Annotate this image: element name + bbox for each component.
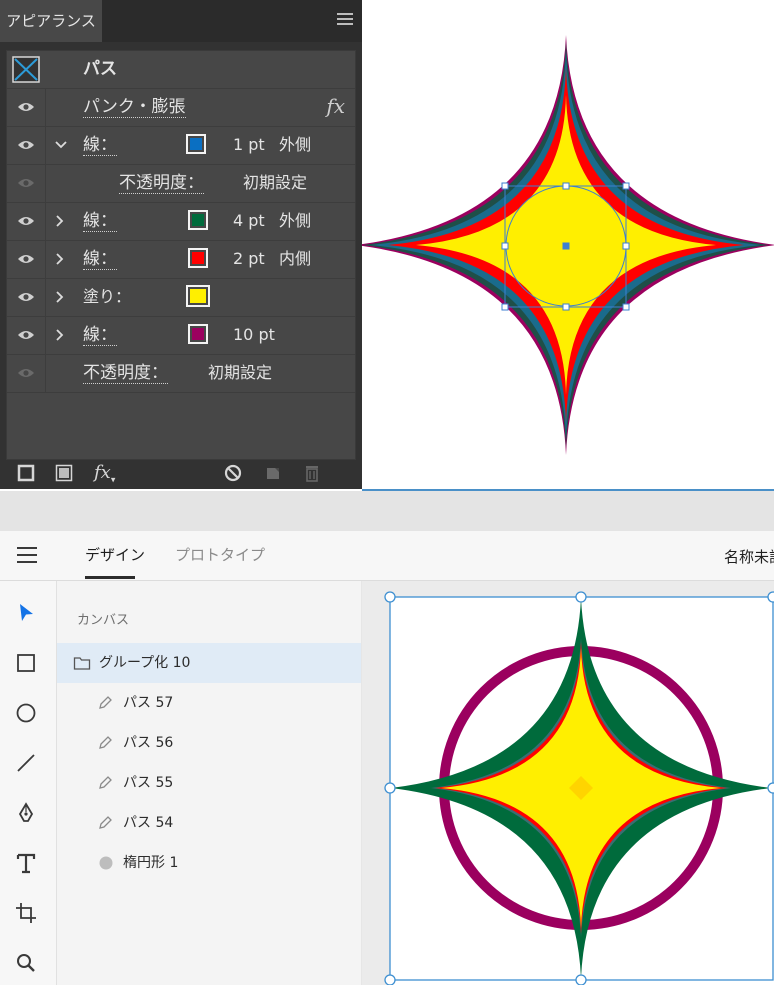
pen-icon: [99, 816, 112, 829]
stroke-label[interactable]: 線：: [83, 250, 117, 270]
stroke-label[interactable]: 線：: [83, 326, 117, 346]
duplicate-item-icon: [267, 468, 279, 479]
visibility-eye-icon[interactable]: [17, 139, 35, 151]
pen-icon: [99, 696, 112, 709]
select-tool-icon[interactable]: [14, 601, 38, 625]
object-type-label: パス: [83, 59, 117, 79]
panel-menu-icon[interactable]: [337, 13, 353, 27]
tab-design[interactable]: デザイン: [85, 546, 145, 564]
folder-icon: [73, 657, 91, 670]
ellipse-tool-icon[interactable]: [14, 701, 38, 725]
tab-prototype[interactable]: プロトタイプ: [175, 546, 265, 564]
add-effect-icon[interactable]: fx▾: [94, 462, 115, 486]
stroke-row-1[interactable]: 線： 1 pt 外側: [7, 127, 355, 165]
visibility-eye-icon[interactable]: [17, 215, 35, 227]
appearance-tab[interactable]: アピアランス: [0, 0, 102, 42]
chevron-right-icon[interactable]: [55, 215, 65, 227]
opacity-value: 初期設定: [208, 363, 273, 382]
stroke-color-swatch[interactable]: [188, 248, 208, 268]
hamburger-menu-icon[interactable]: [17, 547, 37, 563]
chevron-right-icon[interactable]: [55, 329, 65, 341]
layer-group[interactable]: グループ化 10: [57, 643, 361, 683]
path-thumbnail-icon: [12, 56, 40, 83]
appearance-panel: アピアランス パス パンク・膨張 fx 線： 1 pt 外側 不透明度： 初期設…: [0, 0, 362, 489]
layers-panel-title: カンバス: [77, 613, 130, 628]
stroke-row-3[interactable]: 線： 2 pt 内側: [7, 241, 355, 279]
layer-path[interactable]: パス 54: [57, 803, 361, 843]
clear-appearance-icon[interactable]: [224, 464, 242, 482]
opacity-label[interactable]: 不透明度：: [83, 364, 168, 384]
effect-row[interactable]: パンク・膨張 fx: [7, 89, 355, 127]
opacity-label[interactable]: 不透明度：: [119, 174, 204, 194]
xd-canvas: [362, 581, 774, 986]
layers-panel: カンバス グループ化 10 パス 57 パス 56 パス 55 パス 54 楕円…: [57, 581, 363, 985]
stroke-weight: 4 pt: [233, 211, 265, 230]
xd-header: デザイン プロトタイプ 名称未設定: [0, 531, 774, 581]
layer-label: 楕円形 1: [123, 855, 179, 871]
visibility-eye-icon[interactable]: [17, 177, 35, 189]
star-artwork[interactable]: [356, 0, 774, 489]
add-stroke-icon[interactable]: [17, 464, 35, 482]
fill-row[interactable]: 塗り：: [7, 279, 355, 317]
visibility-eye-icon[interactable]: [17, 367, 35, 379]
document-title: 名称未設定: [724, 548, 774, 566]
layer-path[interactable]: パス 55: [57, 763, 361, 803]
rectangle-tool-icon[interactable]: [14, 651, 38, 675]
illustrator-artboard: [356, 0, 774, 489]
stroke-color-swatch[interactable]: [186, 134, 206, 154]
fill-label[interactable]: 塗り：: [83, 288, 131, 306]
stroke-weight: 1 pt: [233, 135, 265, 154]
object-header-row[interactable]: パス: [7, 51, 355, 89]
appearance-list: パス パンク・膨張 fx 線： 1 pt 外側 不透明度： 初期設定 線： 4 …: [6, 50, 356, 460]
add-fill-icon[interactable]: [55, 464, 73, 482]
layer-label: パス 54: [123, 815, 174, 831]
stroke-weight: 10 pt: [233, 325, 275, 344]
pen-tool-icon[interactable]: [14, 801, 38, 825]
stroke-row-2[interactable]: 線： 4 pt 外側: [7, 203, 355, 241]
stroke-weight: 2 pt: [233, 249, 265, 268]
artboard-tool-icon[interactable]: [14, 901, 38, 925]
visibility-eye-icon[interactable]: [17, 329, 35, 341]
stroke-color-swatch[interactable]: [188, 210, 208, 230]
text-tool-icon[interactable]: [14, 851, 38, 875]
panel-tab-bar: アピアランス: [0, 0, 362, 42]
opacity-value: 初期設定: [243, 173, 308, 192]
opacity-row[interactable]: 不透明度： 初期設定: [7, 355, 355, 393]
stroke-color-swatch[interactable]: [188, 324, 208, 344]
active-tab-indicator: [85, 576, 135, 579]
fill-color-swatch[interactable]: [186, 285, 210, 307]
zoom-tool-icon[interactable]: [14, 951, 38, 975]
effect-label[interactable]: パンク・膨張: [83, 98, 186, 118]
chevron-down-icon[interactable]: [55, 140, 67, 150]
layer-label: パス 55: [123, 775, 174, 791]
line-tool-icon[interactable]: [14, 751, 38, 775]
layer-label: グループ化 10: [99, 655, 191, 671]
ellipse-icon: [99, 856, 113, 870]
layer-label: パス 56: [123, 735, 174, 751]
chevron-right-icon[interactable]: [55, 291, 65, 303]
fx-icon[interactable]: fx: [326, 94, 345, 118]
layer-path[interactable]: パス 56: [57, 723, 361, 763]
visibility-eye-icon[interactable]: [17, 291, 35, 303]
pen-icon: [99, 736, 112, 749]
stroke-position: 内側: [279, 249, 312, 268]
visibility-eye-icon[interactable]: [17, 101, 35, 113]
stroke-opacity-row[interactable]: 不透明度： 初期設定: [7, 165, 355, 203]
stroke-position: 外側: [279, 211, 312, 230]
xd-top-strip: [0, 491, 774, 531]
chevron-right-icon[interactable]: [55, 253, 65, 265]
group-artwork[interactable]: [362, 581, 774, 986]
stroke-row-4[interactable]: 線： 10 pt: [7, 317, 355, 355]
layer-ellipse[interactable]: 楕円形 1: [57, 843, 361, 883]
panel-footer: fx▾: [0, 460, 362, 489]
stroke-position: 外側: [279, 135, 312, 154]
pen-icon: [99, 776, 112, 789]
trash-icon: [306, 466, 318, 482]
xd-toolbar: [0, 581, 57, 985]
layer-label: パス 57: [123, 695, 174, 711]
visibility-eye-icon[interactable]: [17, 253, 35, 265]
stroke-label[interactable]: 線：: [83, 136, 117, 156]
layer-path[interactable]: パス 57: [57, 683, 361, 723]
stroke-label[interactable]: 線：: [83, 212, 117, 232]
